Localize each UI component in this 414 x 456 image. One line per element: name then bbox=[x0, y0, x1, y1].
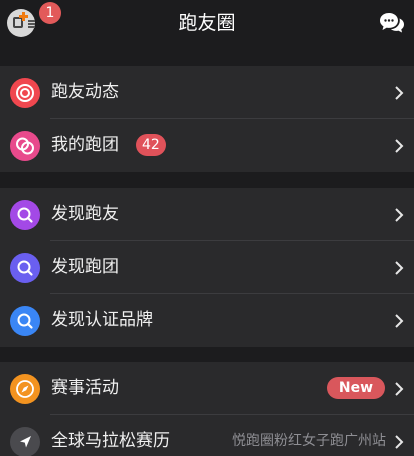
menu-item-label: 跑友动态 bbox=[51, 82, 119, 102]
chat-bubbles-icon[interactable] bbox=[379, 11, 405, 35]
menu-item-discover-groups[interactable]: 发现跑团 bbox=[0, 241, 414, 294]
section-events: 赛事活动 New 全球马拉松赛历 悦跑圈粉红女子跑广州站 bbox=[0, 362, 414, 456]
chevron-right-icon bbox=[395, 139, 404, 153]
notification-badge: 1 bbox=[39, 2, 61, 24]
target-icon bbox=[10, 78, 40, 108]
navigation-arrow-icon bbox=[10, 427, 40, 456]
menu-item-discover-runners[interactable]: 发现跑友 bbox=[0, 188, 414, 241]
chevron-right-icon bbox=[395, 314, 404, 328]
top-bar: 跑友圈 1 bbox=[0, 0, 414, 47]
menu-item-discover-brands[interactable]: 发现认证品牌 bbox=[0, 294, 414, 347]
menu-item-label: 发现跑友 bbox=[51, 204, 119, 224]
featured-event-text: 悦跑圈粉红女子跑广州站 bbox=[232, 433, 386, 449]
plus-icon bbox=[19, 12, 28, 21]
menu-item-label: 发现跑团 bbox=[51, 257, 119, 277]
menu-add-button[interactable] bbox=[7, 9, 35, 37]
group-rings-icon bbox=[10, 131, 40, 161]
menu-item-marathon-calendar[interactable]: 全球马拉松赛历 悦跑圈粉红女子跑广州站 bbox=[0, 415, 414, 456]
search-icon bbox=[10, 306, 40, 336]
chevron-right-icon bbox=[395, 382, 404, 396]
menu-item-my-groups[interactable]: 我的跑团 42 bbox=[0, 119, 414, 172]
menu-item-label: 赛事活动 bbox=[51, 378, 119, 398]
menu-item-label: 发现认证品牌 bbox=[51, 310, 153, 330]
search-icon bbox=[10, 200, 40, 230]
section-social: 跑友动态 我的跑团 42 bbox=[0, 66, 414, 172]
list-lines-icon bbox=[28, 20, 35, 28]
chevron-right-icon bbox=[395, 261, 404, 275]
menu-item-events[interactable]: 赛事活动 New bbox=[0, 362, 414, 415]
chevron-right-icon bbox=[395, 435, 404, 449]
new-badge: New bbox=[327, 377, 385, 399]
compass-icon bbox=[10, 374, 40, 404]
chevron-right-icon bbox=[395, 208, 404, 222]
menu-item-runner-feed[interactable]: 跑友动态 bbox=[0, 66, 414, 119]
count-badge: 42 bbox=[136, 134, 166, 156]
menu-item-label: 我的跑团 bbox=[51, 135, 119, 155]
page-title: 跑友圈 bbox=[178, 12, 236, 34]
chevron-right-icon bbox=[395, 86, 404, 100]
menu-item-label: 全球马拉松赛历 bbox=[51, 431, 170, 451]
search-icon bbox=[10, 253, 40, 283]
section-discover: 发现跑友 发现跑团 发现认证品牌 bbox=[0, 188, 414, 347]
